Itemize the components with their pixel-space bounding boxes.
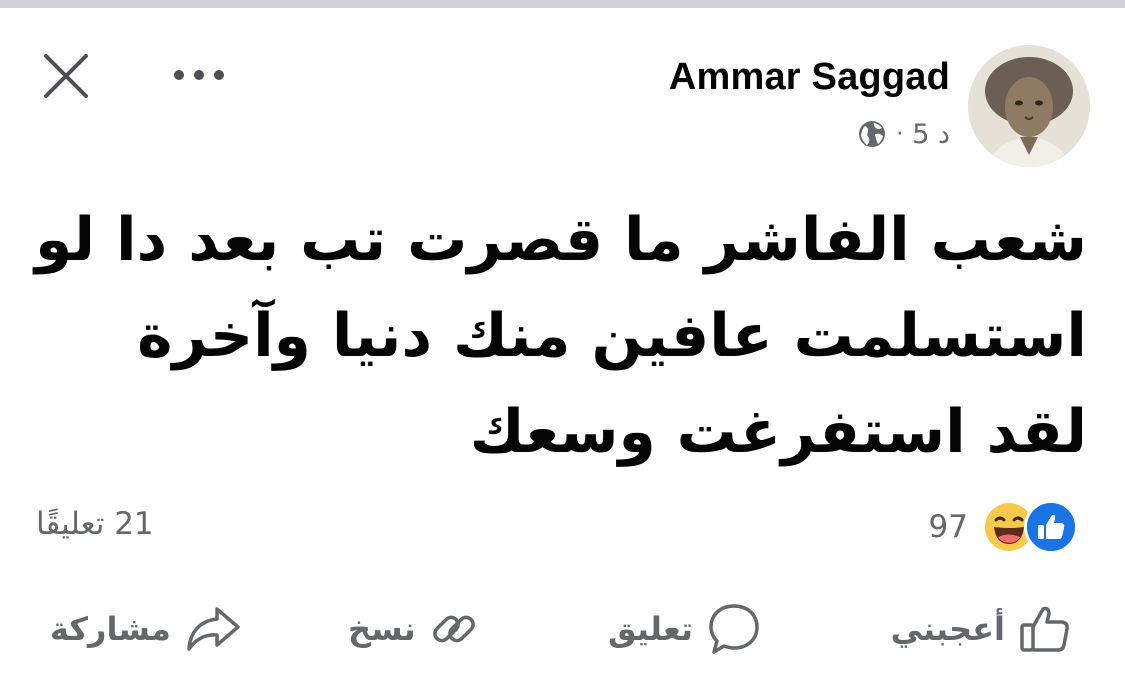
globe-icon — [859, 121, 886, 147]
meta-separator: · — [896, 121, 904, 147]
like-label: أعجبني — [890, 610, 1005, 648]
top-strip — [0, 0, 1125, 8]
comments-count[interactable]: 21 تعليقًا — [36, 506, 154, 542]
copy-link-button[interactable]: نسخ — [348, 598, 480, 660]
share-button[interactable]: مشاركة — [50, 598, 243, 660]
close-button[interactable] — [40, 50, 92, 102]
post-view: Ammar Saggad 5 د · شعب الفاشر ما قصرت تب… — [0, 0, 1125, 681]
copy-label: نسخ — [348, 610, 416, 648]
link-icon — [432, 615, 475, 643]
like-button[interactable]: أعجبني — [891, 598, 1073, 660]
share-arrow-icon — [187, 607, 240, 651]
more-horizontal-icon — [174, 70, 224, 80]
share-label: مشاركة — [50, 610, 171, 648]
reaction-count: 97 — [928, 509, 968, 545]
comment-bubble-icon — [709, 604, 759, 654]
like-reaction-icon — [1024, 500, 1078, 554]
reactions-summary[interactable]: 97 — [928, 500, 1078, 554]
close-icon — [44, 54, 88, 98]
post-meta: 5 د · — [857, 114, 950, 154]
thumbs-up-icon — [1020, 606, 1069, 652]
comment-button[interactable]: تعليق — [608, 598, 763, 660]
author-avatar[interactable] — [968, 45, 1090, 167]
author-name[interactable]: Ammar Saggad — [669, 56, 950, 99]
comment-label: تعليق — [608, 610, 694, 648]
more-options-button[interactable] — [170, 60, 228, 90]
post-body: شعب الفاشر ما قصرت تب بعد دا لو استسلمت … — [34, 205, 1087, 467]
post-time[interactable]: 5 د — [912, 119, 950, 150]
